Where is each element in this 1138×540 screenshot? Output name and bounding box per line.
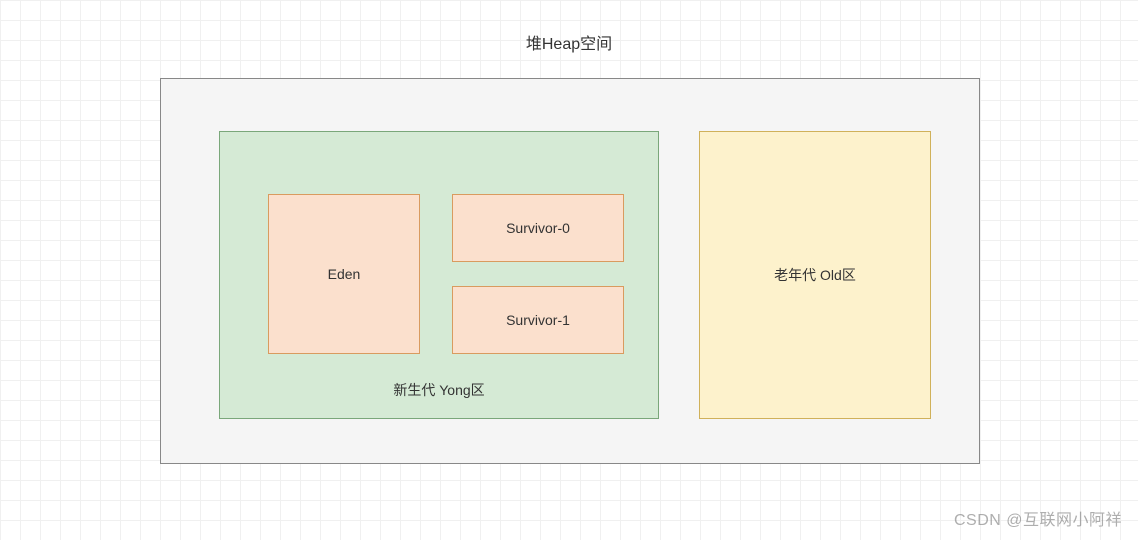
old-generation: 老年代 Old区	[699, 131, 931, 419]
survivor-0-label: Survivor-0	[506, 220, 570, 236]
survivor-0-box: Survivor-0	[452, 194, 624, 262]
heap-container: Eden Survivor-0 Survivor-1 新生代 Yong区 老年代…	[160, 78, 980, 464]
survivor-1-label: Survivor-1	[506, 312, 570, 328]
young-label: 新生代 Yong区	[220, 380, 658, 400]
eden-label: Eden	[328, 266, 361, 282]
old-label: 老年代 Old区	[774, 265, 856, 285]
young-generation: Eden Survivor-0 Survivor-1 新生代 Yong区	[219, 131, 659, 419]
watermark: CSDN @互联网小阿祥	[954, 506, 1122, 530]
eden-box: Eden	[268, 194, 420, 354]
diagram-title: 堆Heap空间	[0, 30, 1138, 54]
survivor-1-box: Survivor-1	[452, 286, 624, 354]
